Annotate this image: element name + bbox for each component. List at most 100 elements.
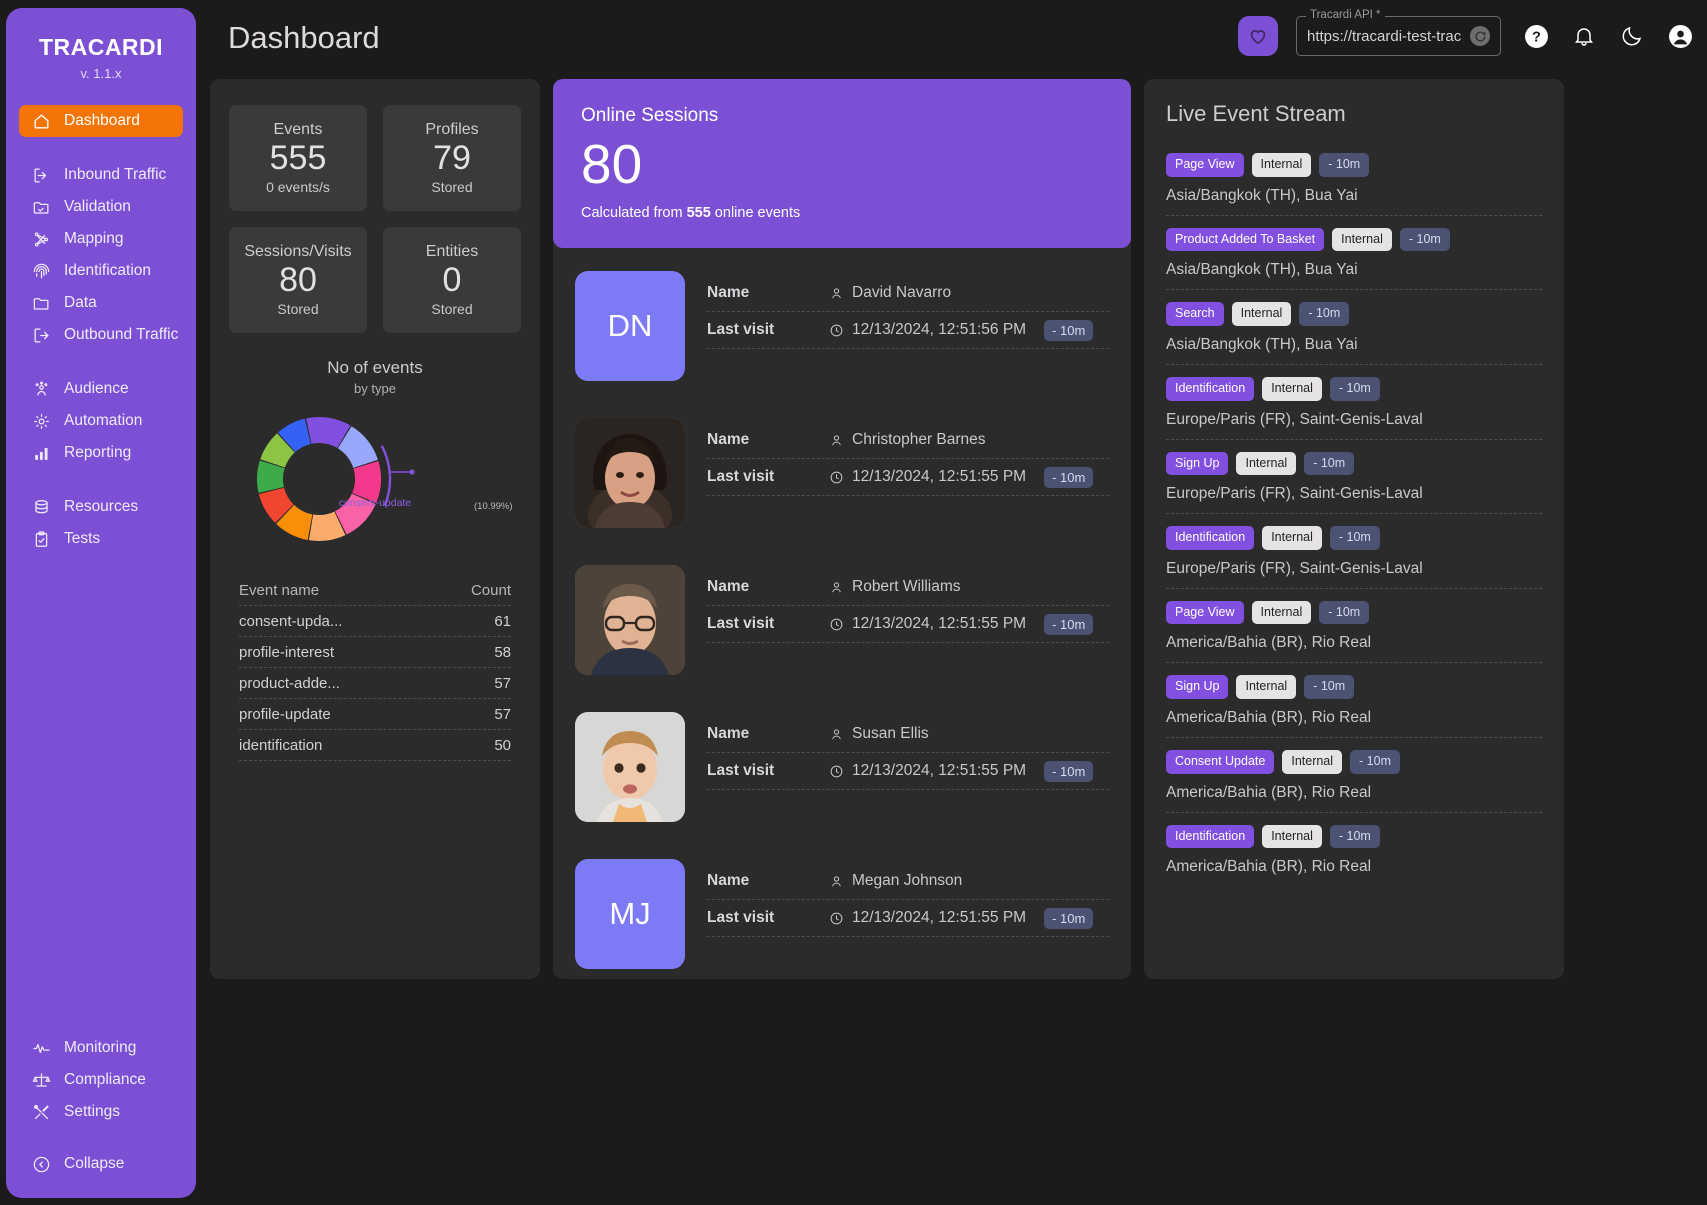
event-chips: Identification Internal - 10m [1166, 824, 1542, 849]
profile-lastvisit-line: Last visit 12/13/2024, 12:51:55 PM - 10m [707, 900, 1109, 937]
page-title: Dashboard [228, 20, 380, 55]
profile-lastvisit-value: 12/13/2024, 12:51:55 PM - 10m [829, 466, 1094, 488]
sidebar-item-compliance[interactable]: Compliance [19, 1064, 183, 1096]
sidebar-item-tests[interactable]: Tests [19, 523, 183, 555]
sidebar-item-outbound-traffic[interactable]: Outbound Traffic [19, 319, 183, 351]
event-count-cell: 57 [494, 674, 511, 692]
event-type-badge[interactable]: Sign Up [1166, 675, 1229, 699]
online-sessions-value: 80 [581, 133, 643, 195]
event-type-badge[interactable]: Page View [1166, 153, 1244, 177]
profile-row[interactable]: MJ Name Megan Johnson Last visit 12/13/2024,… [575, 836, 1109, 983]
sidebar-item-data[interactable]: Data [19, 287, 183, 319]
avatar[interactable] [575, 712, 685, 822]
stat-label: Profiles [425, 121, 479, 139]
sidebar-item-reporting[interactable]: Reporting [19, 437, 183, 469]
folder-icon [31, 293, 51, 313]
clipboard-check-icon [31, 529, 51, 549]
sidebar-item-identification[interactable]: Identification [19, 255, 183, 287]
sidebar-item-resources[interactable]: Resources [19, 491, 183, 523]
sidebar-item-dashboard[interactable]: Dashboard [19, 105, 183, 137]
event-time-badge: - 10m [1304, 451, 1355, 476]
stat-card-events[interactable]: Events 555 0 events/s [229, 105, 367, 211]
event-time-badge: - 10m [1319, 600, 1370, 625]
list-item[interactable]: Page View Internal - 10m Asia/Bangkok (TH),… [1166, 141, 1542, 216]
sidebar-item-audience[interactable]: Audience [19, 373, 183, 405]
table-row[interactable]: consent-upda... 61 [239, 606, 511, 637]
list-item[interactable]: Identification Internal - 10m America/Bahia… [1166, 813, 1542, 887]
profile-row[interactable]: Name Susan Ellis Last visit 12/13/2024, 12:… [575, 689, 1109, 836]
stat-card-entities[interactable]: Entities 0 Stored [383, 227, 521, 333]
profile-lastvisit-line: Last visit 12/13/2024, 12:51:55 PM - 10m [707, 753, 1109, 790]
sidebar-item-validation[interactable]: Validation [19, 191, 183, 223]
event-type-badge[interactable]: Page View [1166, 600, 1244, 625]
sidebar-item-collapse[interactable]: Collapse [19, 1148, 183, 1180]
profile-row[interactable]: Name Christopher Barnes Last visit 12/13/20… [575, 395, 1109, 542]
event-source-badge[interactable]: Internal [1282, 750, 1343, 774]
dashboard-app: TRACARDI v. 1.1.x Dashboard Inbound Traff… [0, 0, 1707, 1205]
table-row[interactable]: identification 50 [239, 730, 511, 761]
event-type-badge[interactable]: Identification [1166, 526, 1255, 550]
list-item[interactable]: Consent Update Internal - 10m America/Bahia… [1166, 738, 1542, 813]
sidebar-item-mapping[interactable]: Mapping [19, 223, 183, 255]
event-location: Europe/Paris (FR), Saint-Genis-Laval [1166, 485, 1423, 503]
profile-lastvisit-label: Last visit [707, 909, 775, 926]
avatar[interactable] [575, 418, 685, 528]
event-source-badge[interactable]: Internal [1231, 302, 1292, 326]
profile-time-ago-badge: - 10m [1044, 760, 1094, 782]
event-source-badge[interactable]: Internal [1332, 227, 1392, 252]
event-source-badge[interactable]: Internal [1251, 600, 1312, 625]
list-item[interactable]: Identification Internal - 10m Europe/Paris … [1166, 514, 1542, 589]
event-source-badge[interactable]: Internal [1251, 153, 1312, 177]
sidebar-item-inbound-traffic[interactable]: Inbound Traffic [19, 159, 183, 191]
event-type-badge[interactable]: Sign Up [1166, 451, 1229, 476]
list-item[interactable]: Sign Up Internal - 10m Europe/Paris (FR), S… [1166, 440, 1542, 515]
stat-card-sessions-visits[interactable]: Sessions/Visits 80 Stored [229, 227, 367, 333]
profile-lastvisit-line: Last visit 12/13/2024, 12:51:55 PM - 10m [707, 606, 1109, 643]
sidebar-item-settings[interactable]: Settings [19, 1096, 183, 1128]
event-type-badge[interactable]: Search [1166, 302, 1224, 326]
list-item[interactable]: Identification Internal - 10m Europe/Paris … [1166, 365, 1542, 440]
profile-name-value: Megan Johnson [829, 872, 962, 890]
stat-value: 0 [442, 261, 462, 300]
avatar[interactable] [575, 565, 685, 675]
event-name-cell: identification [239, 736, 323, 754]
sidebar-item-monitoring[interactable]: Monitoring [19, 1032, 183, 1064]
profile-row[interactable]: Name Robert Williams Last visit 12/13/2024,… [575, 542, 1109, 689]
inbound-icon [31, 165, 51, 185]
profile-row[interactable]: DN Name David Navarro Last visit 12/13/2024,… [575, 248, 1109, 395]
sidebar: TRACARDI v. 1.1.x Dashboard Inbound Traff… [6, 8, 196, 1198]
stat-card-profiles[interactable]: Profiles 79 Stored [383, 105, 521, 211]
moon-icon[interactable] [1619, 23, 1645, 49]
table-row[interactable]: profile-interest 58 [239, 637, 511, 668]
bell-icon[interactable] [1571, 23, 1597, 49]
outbound-icon [31, 325, 51, 345]
event-type-badge[interactable]: Identification [1166, 376, 1255, 401]
avatar[interactable]: MJ [575, 859, 685, 969]
list-item[interactable]: Sign Up Internal - 10m America/Bahia (BR), … [1166, 663, 1542, 738]
stat-label: Events [273, 121, 323, 139]
event-source-badge[interactable]: Internal [1262, 526, 1322, 550]
sidebar-item-automation[interactable]: Automation [19, 405, 183, 437]
profile-lastvisit-value: 12/13/2024, 12:51:55 PM - 10m [829, 760, 1094, 782]
profile-lastvisit-text: 12/13/2024, 12:51:55 PM [852, 468, 1027, 485]
person-icon [832, 434, 841, 445]
list-item[interactable]: Page View Internal - 10m America/Bahia (BR)… [1166, 589, 1542, 664]
event-source-badge[interactable]: Internal [1262, 376, 1322, 401]
table-row[interactable]: profile-update 57 [239, 699, 511, 730]
profile-lastvisit-text: 12/13/2024, 12:51:55 PM [852, 615, 1027, 632]
help-icon[interactable]: ? [1523, 23, 1549, 49]
refresh-icon[interactable] [1470, 26, 1490, 46]
account-icon[interactable] [1667, 23, 1693, 49]
event-type-badge[interactable]: Product Added To Basket [1166, 227, 1325, 252]
list-item[interactable]: Search Internal - 10m Asia/Bangkok (TH), Bu… [1166, 290, 1542, 365]
avatar[interactable]: DN [575, 271, 685, 381]
list-item[interactable]: Product Added To Basket Internal - 10m Asia… [1166, 216, 1542, 291]
event-source-badge[interactable]: Internal [1236, 675, 1297, 699]
table-row[interactable]: product-adde... 57 [239, 668, 511, 699]
event-source-badge[interactable]: Internal [1262, 824, 1322, 849]
api-url-field[interactable]: Tracardi API * https://tracardi-test-tra… [1296, 9, 1501, 56]
heart-icon[interactable] [1238, 16, 1278, 56]
event-type-badge[interactable]: Consent Update [1166, 750, 1275, 774]
event-source-badge[interactable]: Internal [1236, 451, 1297, 476]
event-type-badge[interactable]: Identification [1166, 824, 1255, 849]
